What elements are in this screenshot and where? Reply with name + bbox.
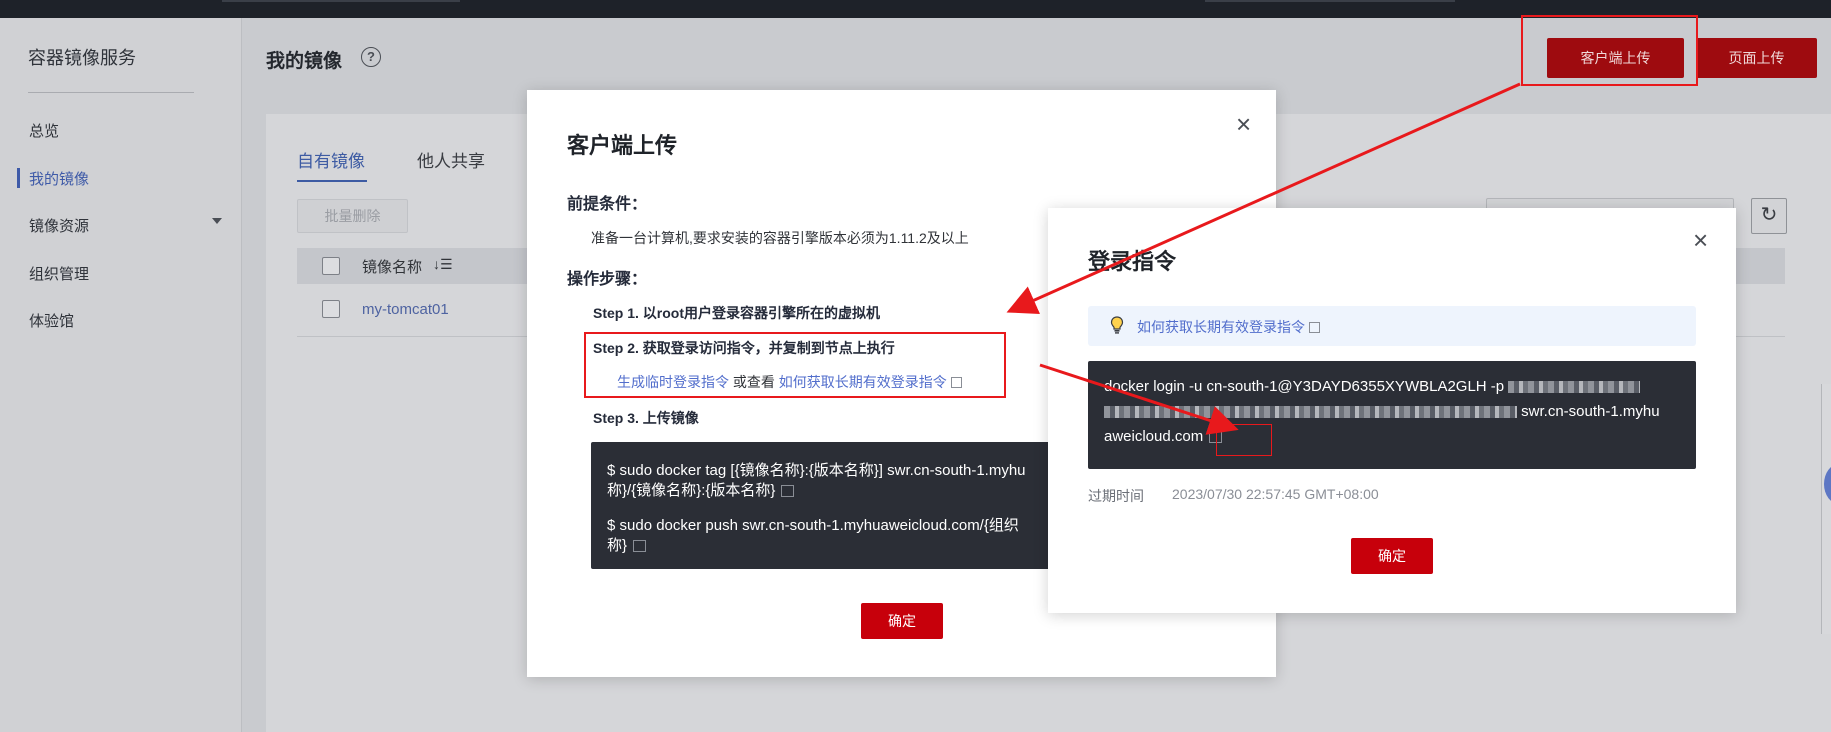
annotation-arrows bbox=[1006, 82, 1521, 435]
arrow-to-step-2 bbox=[1006, 82, 1521, 314]
arrow-to-copy-icon bbox=[1039, 363, 1239, 435]
